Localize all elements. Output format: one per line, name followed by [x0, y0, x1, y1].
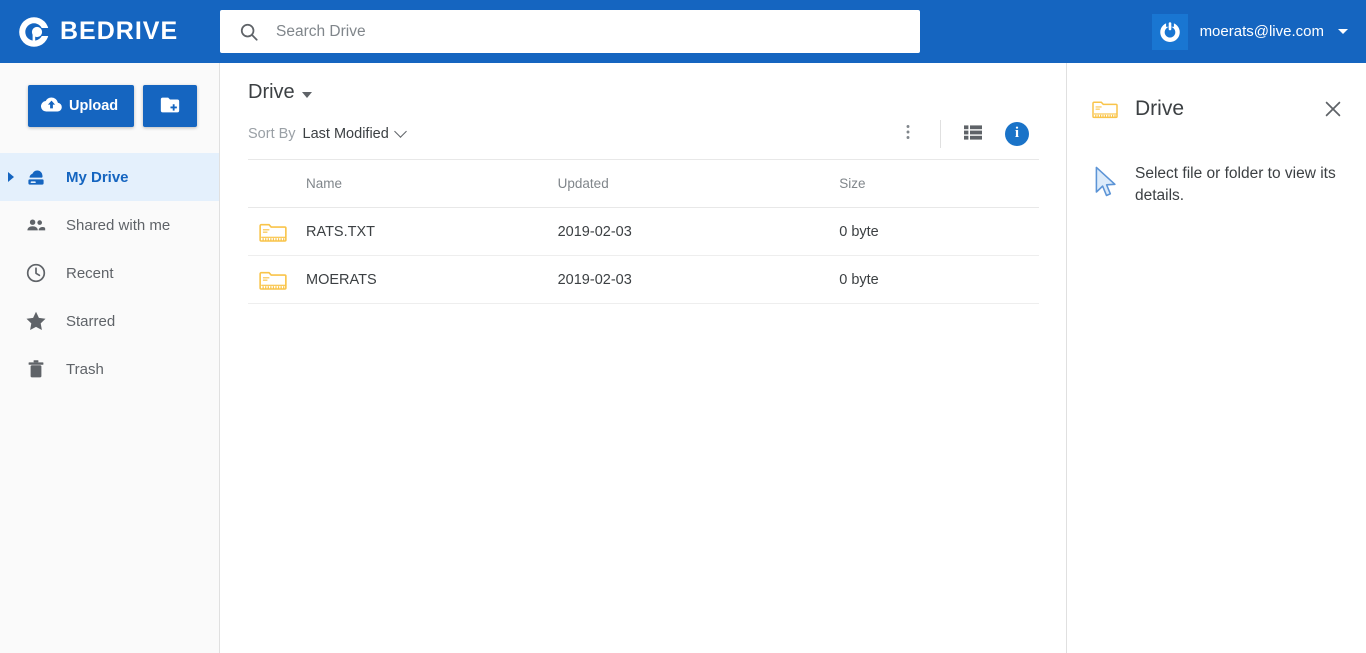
avatar [1151, 13, 1188, 50]
details-message: Select file or folder to view its detail… [1135, 165, 1336, 204]
search-icon [238, 21, 260, 43]
table-row[interactable]: RATS.TXT 2019-02-03 0 byte [248, 208, 1039, 256]
cloud-upload-icon [40, 94, 62, 119]
file-name: RATS.TXT [306, 223, 376, 240]
caret-down-icon [1338, 29, 1348, 34]
details-panel: Drive Select file or folder to view its … [1066, 63, 1366, 653]
cursor-arrow-icon [1091, 165, 1121, 201]
bedrive-c-logo-icon [16, 14, 52, 50]
file-table: Name Updated Size RATS.TXT 2019-02-03 0 … [248, 160, 1039, 304]
cell-name: MOERATS [248, 263, 558, 297]
cell-name: RATS.TXT [248, 215, 558, 249]
column-header-updated[interactable]: Updated [558, 176, 840, 191]
chevron-down-icon [301, 91, 312, 98]
brand-logo-area[interactable]: BEDRIVE [0, 14, 220, 50]
cell-updated: 2019-02-03 [557, 223, 632, 240]
info-icon: i [1005, 121, 1029, 146]
main-content: Drive Sort By Last Modified i Name Updat… [221, 63, 1066, 653]
folder-plus-icon [159, 94, 181, 119]
sort-by-value: Last Modified [302, 125, 389, 142]
sidebar-actions: Upload [0, 63, 219, 149]
breadcrumb[interactable]: Drive [221, 63, 312, 104]
sidebar-item-label: Recent [66, 264, 114, 282]
column-header-size[interactable]: Size [839, 176, 1039, 191]
sidebar-item-label: Shared with me [66, 216, 171, 234]
search-input[interactable] [276, 11, 910, 52]
breadcrumb-label: Drive [248, 81, 295, 103]
app-header: BEDRIVE moerats@live.com [0, 0, 1366, 63]
user-menu[interactable]: moerats@live.com [1144, 0, 1356, 63]
info-glyph: i [1014, 125, 1020, 141]
sidebar-item-label: Starred [66, 312, 116, 330]
list-view-button[interactable] [951, 114, 995, 154]
toolbar-divider [940, 119, 941, 148]
list-view-icon [961, 120, 985, 147]
people-icon [24, 213, 48, 237]
details-info-button[interactable]: i [995, 114, 1039, 154]
trash-icon [24, 357, 48, 381]
cell-size: 0 byte [839, 223, 879, 240]
more-options-button[interactable] [886, 114, 930, 154]
file-name: MOERATS [306, 271, 377, 288]
sidebar-item-trash[interactable]: Trash [0, 345, 219, 393]
column-header-name[interactable]: Name [248, 176, 558, 191]
table-header-row: Name Updated Size [248, 160, 1039, 208]
cell-size: 0 byte [839, 271, 879, 288]
sidebar-item-my-drive[interactable]: My Drive [0, 153, 219, 201]
sidebar-item-shared-with-me[interactable]: Shared with me [0, 201, 219, 249]
folder-icon [256, 215, 290, 249]
sidebar-nav: My Drive Shared with me Recent Starred T… [0, 153, 219, 393]
table-row[interactable]: MOERATS 2019-02-03 0 byte [248, 256, 1039, 304]
details-empty-state: Select file or folder to view its detail… [1067, 123, 1366, 207]
new-folder-button[interactable] [143, 85, 198, 127]
content-toolbar: Sort By Last Modified i [248, 116, 1039, 160]
search-bar[interactable] [220, 10, 920, 53]
user-email: moerats@live.com [1199, 23, 1324, 40]
chevron-down-icon [393, 125, 407, 138]
sort-by-label: Sort By [248, 125, 296, 142]
expand-triangle-icon[interactable] [8, 172, 14, 182]
upload-button-label: Upload [69, 98, 119, 114]
details-title: Drive [1135, 97, 1185, 120]
toolbar-actions: i [886, 114, 1039, 154]
sidebar-item-label: Trash [66, 360, 104, 378]
sort-by-control[interactable]: Sort By Last Modified [248, 125, 407, 142]
details-header: Drive [1067, 63, 1366, 123]
sidebar: Upload My Drive Shared with me Recent St… [0, 63, 220, 653]
folder-icon [1091, 95, 1119, 123]
sidebar-item-label: My Drive [66, 168, 129, 186]
sidebar-item-recent[interactable]: Recent [0, 249, 219, 297]
dots-vertical-icon [898, 122, 918, 145]
sidebar-item-starred[interactable]: Starred [0, 297, 219, 345]
cell-updated: 2019-02-03 [557, 271, 632, 288]
clock-icon [24, 261, 48, 285]
folder-icon [256, 263, 290, 297]
cloud-drive-icon [24, 165, 48, 189]
close-icon[interactable] [1320, 96, 1346, 122]
star-icon [24, 309, 48, 333]
brand-name: BEDRIVE [60, 17, 179, 45]
upload-button[interactable]: Upload [28, 85, 135, 127]
